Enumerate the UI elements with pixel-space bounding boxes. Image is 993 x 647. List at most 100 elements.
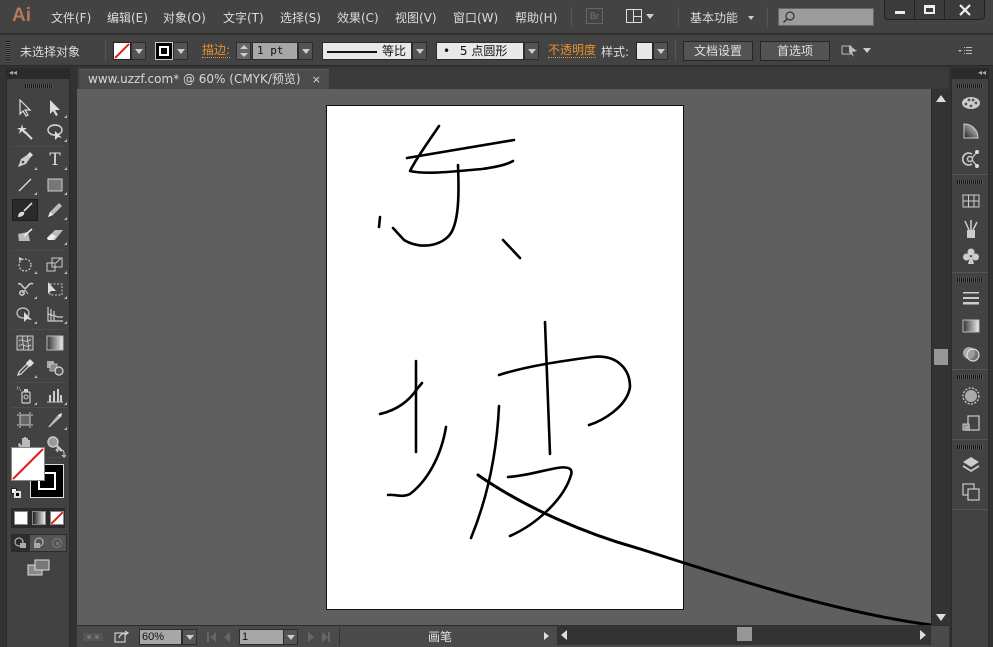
transparency-panel-button[interactable] bbox=[959, 343, 983, 365]
layers-panel-button[interactable] bbox=[959, 454, 983, 476]
fill-dropdown[interactable] bbox=[131, 42, 146, 60]
menu-window[interactable]: 窗口(W) bbox=[453, 9, 498, 26]
maximize-button[interactable] bbox=[915, 0, 945, 19]
close-tab-icon[interactable]: × bbox=[312, 70, 321, 89]
draw-behind-button[interactable] bbox=[30, 535, 48, 551]
selection-tool[interactable] bbox=[12, 97, 38, 119]
panel-grip[interactable] bbox=[957, 445, 983, 449]
scroll-right-icon[interactable] bbox=[920, 630, 926, 640]
stroke-weight-stepper[interactable] bbox=[236, 42, 251, 60]
swap-fill-stroke-icon[interactable] bbox=[54, 447, 66, 459]
menu-file[interactable]: 文件(F) bbox=[51, 9, 91, 26]
variable-width-profile[interactable]: 等比 bbox=[322, 42, 412, 60]
panel-grip[interactable] bbox=[957, 84, 983, 88]
canvas[interactable] bbox=[77, 89, 931, 625]
draw-normal-button[interactable] bbox=[12, 535, 30, 551]
vertical-scrollbar[interactable] bbox=[931, 89, 949, 625]
arrange-documents-button[interactable] bbox=[626, 9, 642, 23]
column-graph-tool[interactable] bbox=[42, 384, 68, 406]
document-tab[interactable]: www.uzzf.com* @ 60% (CMYK/预览) × bbox=[79, 69, 329, 89]
scroll-up-icon[interactable] bbox=[936, 95, 946, 102]
free-transform-tool[interactable] bbox=[42, 278, 68, 300]
artboard-dropdown[interactable] bbox=[283, 629, 298, 645]
symbols-panel-button[interactable] bbox=[959, 245, 983, 267]
artboards-stack-panel-button[interactable] bbox=[959, 481, 983, 503]
current-tool-status[interactable]: 画笔 bbox=[340, 628, 540, 645]
brush-definition[interactable]: • 5 点圆形 bbox=[436, 42, 524, 60]
document-setup-button[interactable]: 文档设置 bbox=[683, 41, 753, 61]
first-artboard-arrow[interactable] bbox=[210, 632, 216, 642]
eraser-tool[interactable] bbox=[42, 224, 68, 246]
artboards-panel-button[interactable] bbox=[959, 413, 983, 435]
blend-tool[interactable] bbox=[42, 357, 68, 379]
isolate-object-icon[interactable] bbox=[841, 43, 859, 59]
brush-dropdown[interactable] bbox=[524, 42, 539, 60]
default-fill-stroke-icon[interactable] bbox=[11, 488, 21, 498]
slice-tool[interactable] bbox=[42, 409, 68, 431]
brush-strokes[interactable] bbox=[77, 89, 931, 625]
rectangle-tool[interactable] bbox=[42, 174, 68, 196]
preferences-button[interactable]: 首选项 bbox=[760, 41, 830, 61]
puppet-warp-tool[interactable] bbox=[12, 278, 38, 300]
gradient-button[interactable] bbox=[32, 511, 46, 525]
panel-grip[interactable] bbox=[957, 180, 983, 184]
fill-color-box[interactable] bbox=[11, 447, 45, 481]
mesh-tool[interactable] bbox=[12, 332, 38, 354]
shape-builder-tool[interactable] bbox=[12, 303, 38, 325]
previous-artboard-icon[interactable] bbox=[224, 632, 230, 642]
rotate-tool[interactable] bbox=[12, 253, 38, 275]
color-button[interactable] bbox=[14, 511, 28, 525]
vertical-scroll-thumb[interactable] bbox=[934, 349, 948, 365]
minimize-button[interactable] bbox=[885, 0, 915, 19]
artboard-tool[interactable] bbox=[12, 409, 38, 431]
close-button[interactable] bbox=[945, 0, 984, 19]
stroke-weight-dropdown[interactable] bbox=[298, 42, 313, 60]
graphic-style-swatch[interactable] bbox=[636, 42, 653, 60]
search-input[interactable] bbox=[778, 8, 874, 26]
perspective-grid-tool[interactable] bbox=[42, 303, 68, 325]
zoom-level-dropdown[interactable] bbox=[182, 629, 197, 645]
panel-menu-icon[interactable] bbox=[958, 46, 972, 56]
stroke-weight-input[interactable]: 1 pt bbox=[252, 42, 298, 60]
pencil-tool[interactable] bbox=[42, 199, 68, 221]
fill-swatch[interactable] bbox=[113, 42, 131, 60]
color-guide-panel-button[interactable] bbox=[959, 120, 983, 142]
screen-mode-icon[interactable] bbox=[27, 559, 51, 577]
stroke-dropdown[interactable] bbox=[173, 42, 188, 60]
panel-grip[interactable] bbox=[25, 84, 53, 88]
bridge-button[interactable]: Br bbox=[586, 8, 603, 24]
eyedropper-tool[interactable] bbox=[12, 357, 38, 379]
pen-tool[interactable] bbox=[12, 149, 38, 171]
next-artboard-icon[interactable] bbox=[308, 632, 314, 642]
brushes-panel-button[interactable] bbox=[959, 218, 983, 240]
horizontal-scrollbar[interactable] bbox=[557, 625, 931, 645]
stroke-label[interactable]: 描边: bbox=[202, 43, 231, 58]
graphic-styles-panel-button[interactable] bbox=[959, 385, 983, 407]
blob-brush-tool[interactable] bbox=[12, 224, 38, 246]
menu-object[interactable]: 对象(O) bbox=[163, 9, 206, 26]
scroll-down-icon[interactable] bbox=[936, 614, 946, 621]
appearance-panel-button[interactable] bbox=[959, 148, 983, 170]
profile-dropdown[interactable] bbox=[412, 42, 427, 60]
direct-selection-tool[interactable] bbox=[42, 97, 68, 119]
zoom-level-input[interactable]: 60% bbox=[139, 629, 182, 645]
share-export-icon[interactable] bbox=[114, 629, 130, 643]
stroke-swatch[interactable] bbox=[155, 42, 173, 60]
workspace-switcher[interactable]: 基本功能 bbox=[690, 9, 738, 26]
opacity-label[interactable]: 不透明度 bbox=[548, 43, 597, 58]
expand-panels-button[interactable]: ◂◂ bbox=[951, 68, 989, 79]
swatches-panel-button[interactable] bbox=[959, 190, 983, 212]
menu-help[interactable]: 帮助(H) bbox=[515, 9, 557, 26]
type-tool[interactable]: T bbox=[42, 149, 68, 171]
chevron-down-icon[interactable] bbox=[863, 48, 871, 53]
symbol-sprayer-tool[interactable] bbox=[12, 384, 38, 406]
stroke-panel-button[interactable] bbox=[959, 287, 983, 309]
panel-grip[interactable] bbox=[957, 375, 983, 379]
graphic-style-dropdown[interactable] bbox=[653, 42, 668, 60]
gradient-tool[interactable] bbox=[42, 332, 68, 354]
color-panel-button[interactable] bbox=[959, 92, 983, 114]
menu-edit[interactable]: 编辑(E) bbox=[107, 9, 148, 26]
first-artboard-icon[interactable] bbox=[207, 632, 209, 642]
gradient-panel-button[interactable] bbox=[959, 315, 983, 337]
status-menu-icon[interactable] bbox=[544, 632, 549, 640]
